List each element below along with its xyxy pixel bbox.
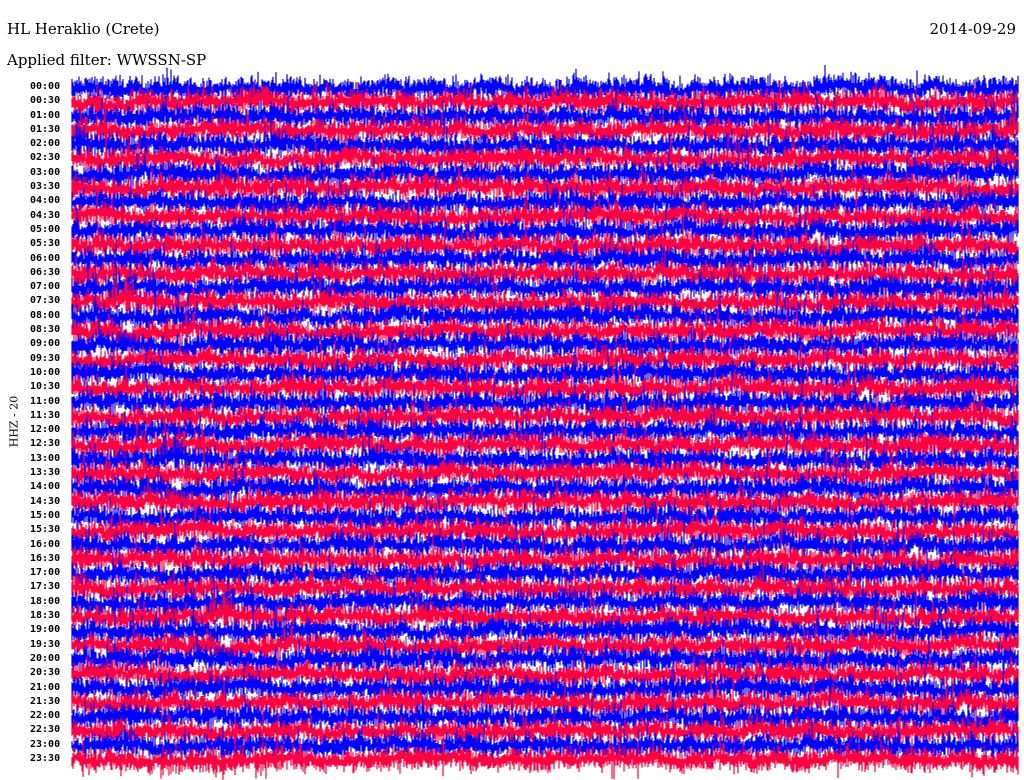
helicorder-plot	[71, 65, 1019, 780]
